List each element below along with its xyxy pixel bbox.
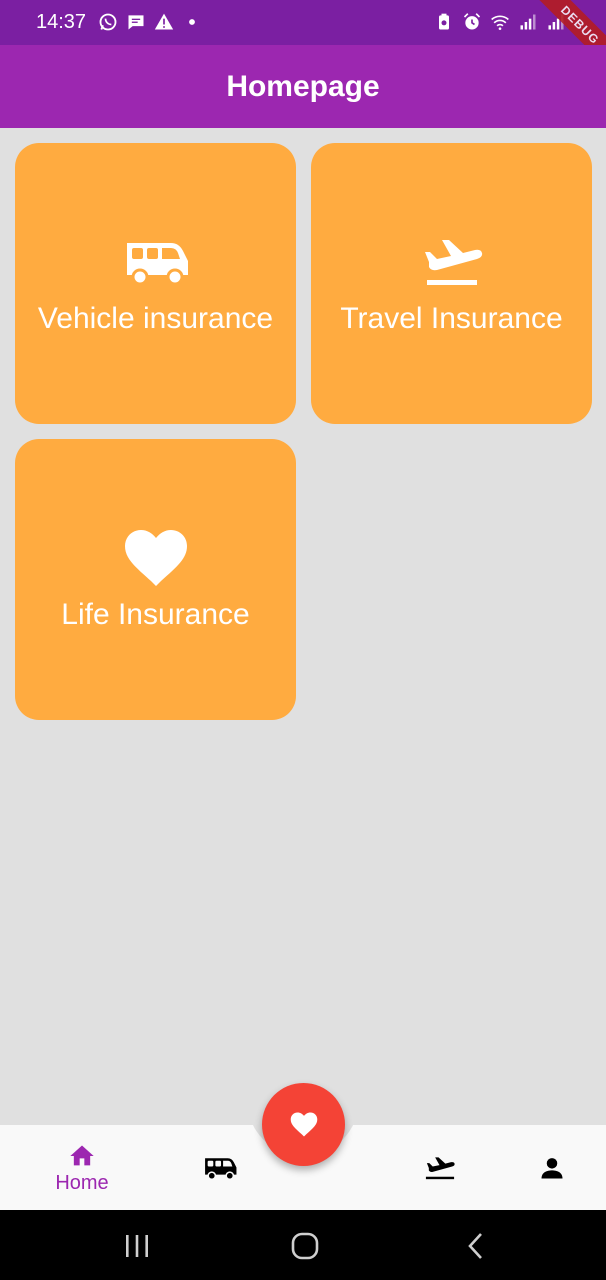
nav-label-home: Home (55, 1171, 109, 1194)
recents-icon[interactable] (122, 1232, 152, 1260)
status-bar: 14:37 DEBUG (0, 0, 606, 76)
wifi-icon (491, 15, 509, 30)
card-label: Life Insurance (61, 597, 250, 631)
heart-icon (290, 1112, 317, 1137)
person-icon (541, 1158, 563, 1179)
vehicle-insurance-card[interactable]: Vehicle insurance (15, 143, 296, 424)
van-icon (126, 242, 188, 285)
van-icon (205, 1158, 237, 1181)
status-system-icons (434, 12, 566, 32)
dot-icon (189, 19, 195, 25)
status-notification-icons (98, 12, 202, 32)
battery-saver-icon (439, 13, 449, 30)
page-title: Homepage (226, 69, 380, 103)
flight-takeoff-icon (424, 239, 482, 285)
status-time: 14:37 (36, 11, 87, 33)
travel-insurance-card[interactable]: Travel Insurance (311, 143, 592, 424)
home-icon (70, 1145, 94, 1165)
warning-icon (154, 13, 174, 30)
nav-item-vehicle[interactable] (190, 1125, 250, 1211)
alarm-icon (463, 13, 481, 30)
card-label: Vehicle insurance (37, 301, 274, 335)
back-icon[interactable] (462, 1232, 492, 1260)
home-circle-icon[interactable] (290, 1232, 320, 1260)
heart-icon (124, 529, 187, 586)
flight-takeoff-icon (425, 1157, 455, 1180)
life-insurance-fab[interactable] (262, 1083, 345, 1166)
nav-item-home[interactable]: Home (42, 1125, 122, 1211)
app-bar: Homepage (0, 45, 606, 128)
life-insurance-card[interactable]: Life Insurance (15, 439, 296, 720)
signal-icon (520, 14, 536, 30)
whatsapp-icon (99, 13, 117, 31)
nav-item-travel[interactable] (410, 1125, 470, 1211)
nav-item-profile[interactable] (522, 1125, 582, 1211)
card-label: Travel Insurance (340, 301, 563, 335)
system-navigation-bar (0, 1210, 606, 1280)
message-icon (128, 15, 144, 30)
